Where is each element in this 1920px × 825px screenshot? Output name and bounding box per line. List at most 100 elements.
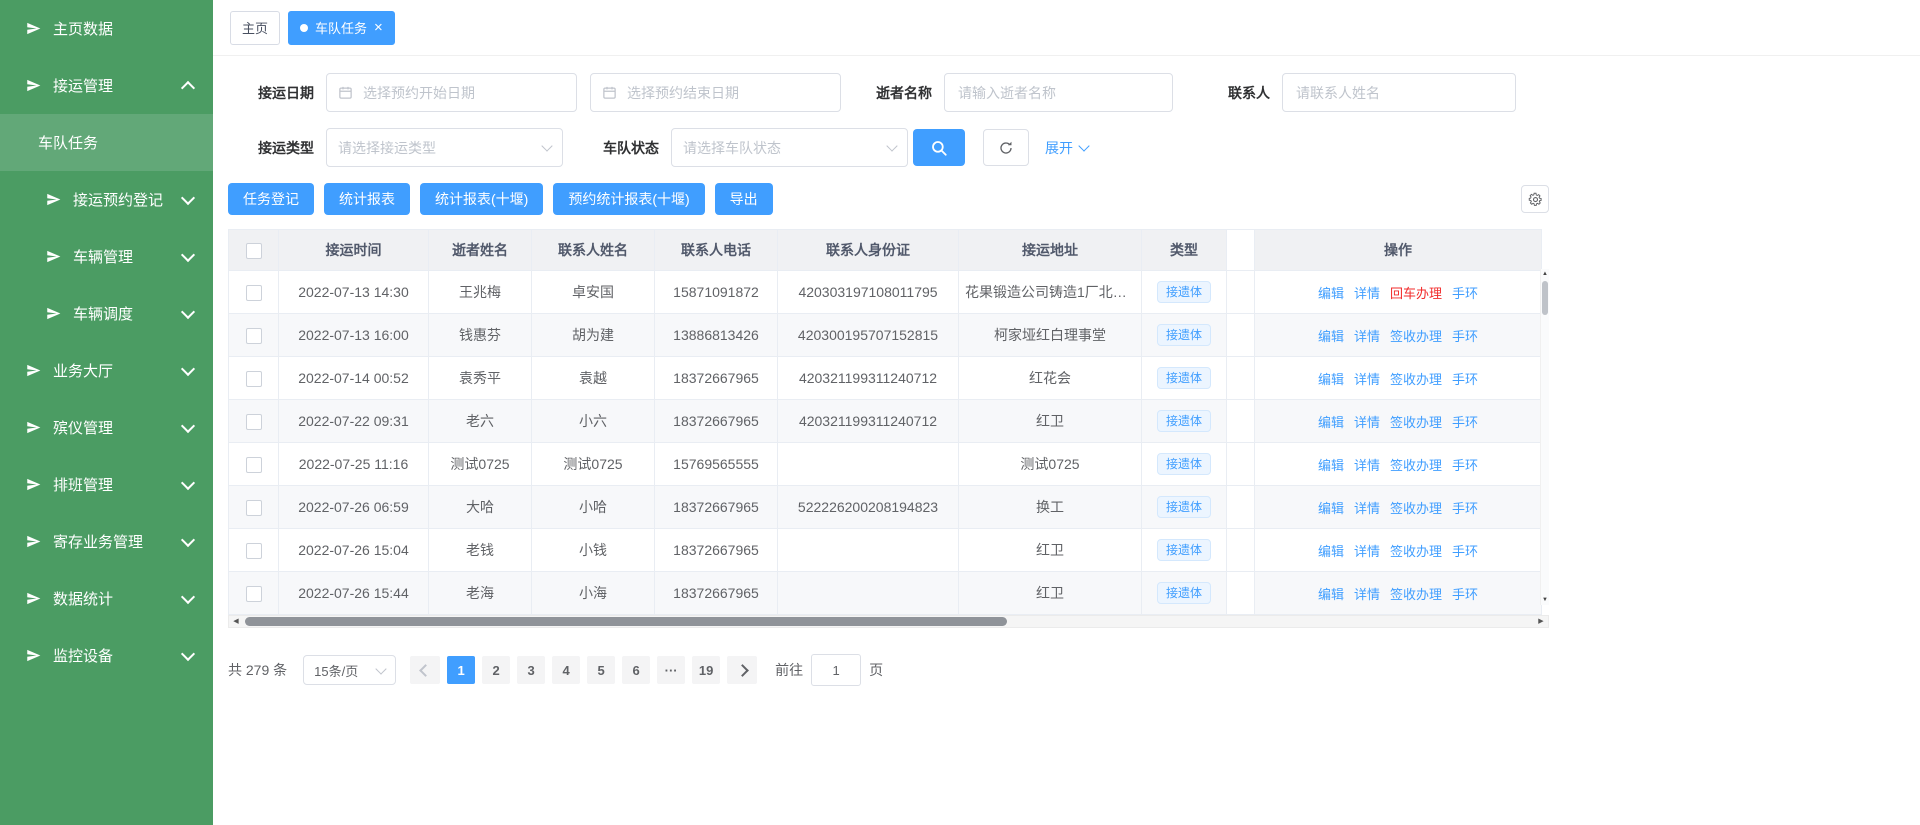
sign-process-link[interactable]: 签收办理 — [1390, 587, 1442, 602]
date-end-field[interactable] — [625, 84, 829, 102]
chevron-down-icon — [181, 247, 195, 261]
cell-contact-id — [778, 529, 959, 572]
return-process-link[interactable]: 回车办理 — [1390, 286, 1442, 301]
wristband-link[interactable]: 手环 — [1452, 372, 1478, 387]
task-register-button[interactable]: 任务登记 — [228, 183, 314, 215]
reservation-stats-report-shiyan-button[interactable]: 预约统计报表(十堰) — [553, 183, 704, 215]
next-page-button[interactable] — [727, 656, 757, 684]
page-2-button[interactable]: 2 — [482, 656, 510, 684]
sign-process-link[interactable]: 签收办理 — [1390, 458, 1442, 473]
detail-link[interactable]: 详情 — [1354, 544, 1380, 559]
sign-process-link[interactable]: 签收办理 — [1390, 501, 1442, 516]
page-5-button[interactable]: 5 — [587, 656, 615, 684]
close-icon[interactable]: × — [374, 20, 383, 35]
page-6-button[interactable]: 6 — [622, 656, 650, 684]
date-start-field[interactable] — [361, 84, 565, 102]
row-checkbox[interactable] — [246, 285, 262, 301]
wristband-link[interactable]: 手环 — [1452, 329, 1478, 344]
sidebar-item-label: 车辆调度 — [73, 303, 133, 324]
edit-link[interactable]: 编辑 — [1318, 501, 1344, 516]
prev-page-button[interactable] — [410, 656, 440, 684]
wristband-link[interactable]: 手环 — [1452, 286, 1478, 301]
wristband-link[interactable]: 手环 — [1452, 544, 1478, 559]
row-checkbox[interactable] — [246, 543, 262, 559]
row-checkbox[interactable] — [246, 457, 262, 473]
detail-link[interactable]: 详情 — [1354, 286, 1380, 301]
page-ellipsis-button[interactable]: ··· — [657, 656, 685, 684]
detail-link[interactable]: 详情 — [1354, 329, 1380, 344]
sidebar-item-vehicle-dispatch[interactable]: 车辆调度 — [0, 285, 213, 342]
table-settings-button[interactable] — [1521, 185, 1549, 213]
deceased-name-field[interactable] — [956, 84, 1161, 102]
row-checkbox[interactable] — [246, 586, 262, 602]
sidebar-item-fleet-tasks[interactable]: 车队任务 — [0, 114, 213, 171]
sign-process-link[interactable]: 签收办理 — [1390, 544, 1442, 559]
export-button[interactable]: 导出 — [715, 183, 773, 215]
vertical-scroll-thumb[interactable] — [1542, 281, 1548, 315]
expand-toggle[interactable]: 展开 — [1045, 138, 1088, 158]
select-all-checkbox[interactable] — [246, 243, 262, 259]
date-end-input[interactable] — [590, 73, 841, 112]
detail-link[interactable]: 详情 — [1354, 415, 1380, 430]
row-checkbox[interactable] — [246, 500, 262, 516]
edit-link[interactable]: 编辑 — [1318, 587, 1344, 602]
transport-type-select[interactable]: 请选择接运类型 — [326, 128, 563, 167]
wristband-link[interactable]: 手环 — [1452, 587, 1478, 602]
page-4-button[interactable]: 4 — [552, 656, 580, 684]
vertical-scrollbar[interactable]: ▲ ▼ — [1540, 269, 1549, 605]
row-checkbox[interactable] — [246, 371, 262, 387]
scroll-left-icon[interactable]: ◀ — [229, 616, 243, 627]
date-start-input[interactable] — [326, 73, 577, 112]
sidebar-item-data-statistics[interactable]: 数据统计 — [0, 570, 213, 627]
page-3-button[interactable]: 3 — [517, 656, 545, 684]
sidebar-item-vehicle-management[interactable]: 车辆管理 — [0, 228, 213, 285]
contact-name-field[interactable] — [1294, 84, 1504, 102]
detail-link[interactable]: 详情 — [1354, 372, 1380, 387]
sidebar-item-funeral-management[interactable]: 殡仪管理 — [0, 399, 213, 456]
sidebar-item-transport-reservation[interactable]: 接运预约登记 — [0, 171, 213, 228]
tab-home[interactable]: 主页 — [230, 11, 280, 45]
horizontal-scrollbar[interactable]: ◀ ▶ — [228, 615, 1549, 628]
edit-link[interactable]: 编辑 — [1318, 372, 1344, 387]
stats-report-button[interactable]: 统计报表 — [324, 183, 410, 215]
search-button[interactable] — [913, 129, 965, 166]
detail-link[interactable]: 详情 — [1354, 587, 1380, 602]
sidebar-item-scheduling-management[interactable]: 排班管理 — [0, 456, 213, 513]
page-19-button[interactable]: 19 — [692, 656, 720, 684]
sign-process-link[interactable]: 签收办理 — [1390, 415, 1442, 430]
horizontal-scroll-track[interactable] — [243, 616, 1534, 627]
stats-report-shiyan-button[interactable]: 统计报表(十堰) — [420, 183, 543, 215]
sidebar-item-business-hall[interactable]: 业务大厅 — [0, 342, 213, 399]
sign-process-link[interactable]: 签收办理 — [1390, 372, 1442, 387]
page-1-button[interactable]: 1 — [447, 656, 475, 684]
row-checkbox[interactable] — [246, 414, 262, 430]
detail-link[interactable]: 详情 — [1354, 501, 1380, 516]
tab-fleet-tasks[interactable]: 车队任务× — [288, 11, 395, 45]
edit-link[interactable]: 编辑 — [1318, 286, 1344, 301]
edit-link[interactable]: 编辑 — [1318, 544, 1344, 559]
sidebar-item-transport-management[interactable]: 接运管理 — [0, 57, 213, 114]
edit-link[interactable]: 编辑 — [1318, 415, 1344, 430]
row-checkbox[interactable] — [246, 328, 262, 344]
goto-page-input[interactable] — [811, 654, 861, 686]
detail-link[interactable]: 详情 — [1354, 458, 1380, 473]
scroll-down-icon[interactable]: ▼ — [1541, 595, 1549, 605]
sidebar-item-home-data[interactable]: 主页数据 — [0, 0, 213, 57]
refresh-button[interactable] — [983, 129, 1029, 166]
sidebar-item-monitoring-devices[interactable]: 监控设备 — [0, 627, 213, 684]
scroll-up-icon[interactable]: ▲ — [1541, 269, 1549, 279]
horizontal-scroll-thumb[interactable] — [245, 617, 1007, 626]
fleet-status-select[interactable]: 请选择车队状态 — [671, 128, 908, 167]
edit-link[interactable]: 编辑 — [1318, 458, 1344, 473]
wristband-link[interactable]: 手环 — [1452, 458, 1478, 473]
wristband-link[interactable]: 手环 — [1452, 501, 1478, 516]
deceased-name-input[interactable] — [944, 73, 1173, 112]
page-size-select[interactable]: 15条/页 — [303, 655, 396, 685]
edit-link[interactable]: 编辑 — [1318, 329, 1344, 344]
cell-contact-id: 420321199311240712 — [778, 357, 959, 400]
scroll-right-icon[interactable]: ▶ — [1534, 616, 1548, 627]
sidebar-item-storage-business[interactable]: 寄存业务管理 — [0, 513, 213, 570]
sign-process-link[interactable]: 签收办理 — [1390, 329, 1442, 344]
contact-name-input[interactable] — [1282, 73, 1516, 112]
wristband-link[interactable]: 手环 — [1452, 415, 1478, 430]
